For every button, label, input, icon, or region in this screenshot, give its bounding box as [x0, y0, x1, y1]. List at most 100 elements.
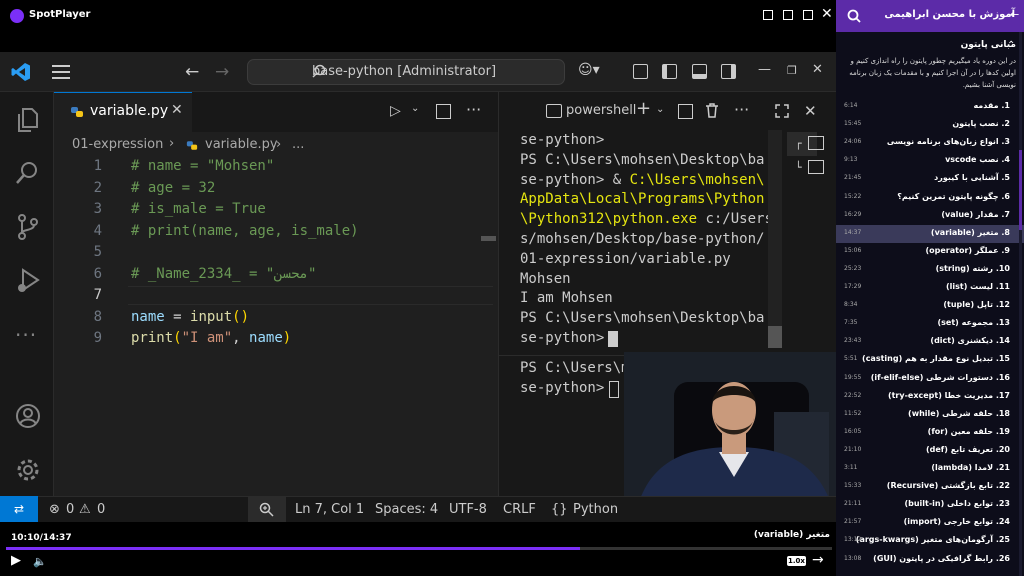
terminal-line: se-python>: [520, 379, 613, 396]
window-minimize-icon[interactable]: [763, 10, 773, 20]
playback-speed-button[interactable]: 1.0x: [787, 556, 806, 566]
lesson-title: 11. لیست (list): [945, 282, 1010, 291]
editor-more-icon[interactable]: ···: [466, 100, 481, 119]
lesson-title: 12. تاپل (tuple): [943, 300, 1010, 310]
command-center[interactable]: base-python [Administrator]: [247, 59, 565, 85]
lesson-item[interactable]: 13. مجموعه (set) 7:35: [836, 315, 1024, 333]
lesson-item[interactable]: 15. تبدیل نوع مقدار به هم (casting) 5:51: [836, 351, 1024, 369]
lesson-item[interactable]: 10. رشته (string) 25:23: [836, 261, 1024, 279]
lesson-item[interactable]: 18. حلقه شرطی (while) 11:52: [836, 406, 1024, 424]
terminal-title[interactable]: powershell: [566, 103, 636, 118]
language-mode[interactable]: Python: [573, 502, 618, 517]
editor-scrollbar[interactable]: [481, 236, 496, 241]
volume-icon[interactable]: 🔈: [33, 555, 47, 568]
nav-back-icon[interactable]: ←: [185, 62, 199, 82]
vscode-close-icon[interactable]: ✕: [812, 62, 823, 77]
lesson-item[interactable]: 4. نصب vscode 9:13: [836, 152, 1024, 170]
lesson-item[interactable]: 6. چگونه پایتون تمرین کنیم؟ 15:22: [836, 189, 1024, 207]
breadcrumb-file[interactable]: variable.py: [205, 137, 278, 152]
line-number: 7: [93, 287, 102, 303]
line-ending[interactable]: CRLF: [503, 502, 536, 517]
more-views-icon[interactable]: ···: [15, 323, 37, 347]
lesson-item[interactable]: 11. لیست (list) 17:29: [836, 279, 1024, 297]
lesson-item[interactable]: 24. توابع خارجی (import) 21:57: [836, 514, 1024, 532]
window-restore-icon[interactable]: [783, 10, 793, 20]
tab-close-icon[interactable]: ✕: [171, 102, 183, 118]
lesson-item[interactable]: 3. انواع زبان‌های برنامه نویسی 24:06: [836, 134, 1024, 152]
remote-indicator-icon[interactable]: ⇄: [0, 496, 38, 522]
run-python-icon[interactable]: ▷: [390, 103, 401, 119]
maximize-panel-icon[interactable]: [775, 104, 789, 118]
run-options-chevron-icon[interactable]: ⌄: [411, 103, 419, 114]
layout-customize-icon[interactable]: [633, 64, 648, 79]
window-close-icon[interactable]: ✕: [821, 6, 833, 22]
toggle-sidebar-icon[interactable]: [662, 64, 677, 79]
lesson-duration: 23:43: [844, 337, 862, 345]
terminal-scrollbar[interactable]: [768, 130, 782, 348]
explorer-icon[interactable]: [14, 106, 42, 134]
lesson-item[interactable]: 21. لامدا (lambda) 3:11: [836, 460, 1024, 478]
terminal-line: s/mohsen/Desktop/base-python/: [520, 231, 765, 247]
terminal-text: se-python> &: [520, 171, 630, 188]
run-debug-icon[interactable]: [14, 267, 42, 295]
nav-forward-icon[interactable]: →: [215, 62, 229, 82]
source-control-icon[interactable]: [14, 213, 42, 241]
new-terminal-icon[interactable]: +: [636, 98, 651, 119]
lesson-item[interactable]: 23. توابع داخلی (built-in) 21:11: [836, 496, 1024, 514]
warnings-count[interactable]: 0: [97, 502, 105, 517]
lesson-item[interactable]: 5. آشنایی با کیبورد 21:45: [836, 170, 1024, 188]
split-editor-icon[interactable]: [436, 104, 451, 119]
lesson-item[interactable]: 20. تعریف تابع (def) 21:10: [836, 442, 1024, 460]
lesson-item[interactable]: 25. آرگومان‌های متغیر (args-kwargs) 13:12: [836, 532, 1024, 550]
lesson-item[interactable]: 26. رابط گرافیکی در پایتون (GUI) 13:08: [836, 551, 1024, 569]
lesson-item[interactable]: 8. متغیر (variable) 14:37: [836, 224, 1024, 243]
vscode-restore-icon[interactable]: ❐: [787, 64, 797, 77]
terminal-shell-icon[interactable]: [808, 160, 824, 174]
sidebar-search-icon[interactable]: [847, 9, 861, 23]
lesson-item[interactable]: 9. عملگر (operator) 15:06: [836, 243, 1024, 261]
lesson-item[interactable]: 16. دستورات شرطی (if-elif-else) 19:55: [836, 370, 1024, 388]
lesson-item[interactable]: 1. مقدمه 6:14: [836, 98, 1024, 116]
lesson-title: 4. نصب vscode: [945, 155, 1010, 165]
lesson-title: 3. انواع زبان‌های برنامه نویسی: [886, 137, 1010, 147]
lesson-item[interactable]: 12. تاپل (tuple) 8:34: [836, 297, 1024, 315]
vscode-minimize-icon[interactable]: —: [758, 62, 771, 77]
lesson-item[interactable]: 22. تابع بازگشتی (Recursive) 15:33: [836, 478, 1024, 496]
lesson-item[interactable]: 17. مدیریت خطا (try-except) 22:52: [836, 388, 1024, 406]
sidebar-scrollbar-thumb[interactable]: [1019, 150, 1022, 230]
section-title[interactable]: مبانی پایتون: [846, 40, 1016, 50]
terminal-scrollbar-thumb[interactable]: [768, 326, 782, 348]
lesson-item[interactable]: 7. مقدار (value) 16:29: [836, 207, 1024, 225]
terminal-profile-chevron-icon[interactable]: ⌄: [656, 104, 664, 115]
lesson-title: 6. چگونه پایتون تمرین کنیم؟: [897, 191, 1010, 201]
lesson-item[interactable]: 14. دیکشنری (dict) 23:43: [836, 333, 1024, 351]
breadcrumb-more[interactable]: ...: [292, 137, 304, 152]
play-icon[interactable]: ▶: [11, 553, 21, 568]
lesson-title: 1. مقدمه: [973, 101, 1010, 110]
indentation[interactable]: Spaces: 4: [375, 502, 438, 517]
account-icon[interactable]: [14, 402, 42, 430]
cursor-position[interactable]: Ln 7, Col 1: [295, 502, 364, 517]
lesson-item[interactable]: 19. حلقه معین (for) 16:05: [836, 424, 1024, 442]
settings-gear-icon[interactable]: [14, 456, 42, 484]
lesson-title: 15. تبدیل نوع مقدار به هم (casting): [862, 354, 1010, 364]
terminal-more-icon[interactable]: ···: [734, 100, 749, 119]
breadcrumb-folder[interactable]: 01-expression: [72, 137, 163, 152]
kill-terminal-trash-icon[interactable]: [705, 103, 719, 118]
close-panel-icon[interactable]: ✕: [804, 102, 817, 120]
encoding[interactable]: UTF-8: [449, 502, 487, 517]
errors-count[interactable]: 0: [66, 502, 74, 517]
lesson-duration: 15:22: [844, 192, 862, 200]
next-lesson-icon[interactable]: →: [812, 552, 824, 568]
toggle-panel-icon[interactable]: [692, 64, 707, 79]
window-maximize-icon[interactable]: [803, 10, 813, 20]
vscode-logo-icon: [11, 63, 30, 81]
lesson-item[interactable]: 2. نصب پایتون 15:45: [836, 116, 1024, 134]
toggle-secondary-sidebar-icon[interactable]: [721, 64, 736, 79]
sidebar-back-arrow-icon[interactable]: ←: [1010, 8, 1019, 21]
copilot-icon[interactable]: ☺▾: [578, 62, 600, 78]
split-terminal-icon[interactable]: [678, 104, 693, 119]
sidebar-scrollbar[interactable]: [1019, 32, 1022, 576]
menu-hamburger-icon[interactable]: [52, 65, 70, 79]
search-sidebar-icon[interactable]: [14, 159, 42, 187]
